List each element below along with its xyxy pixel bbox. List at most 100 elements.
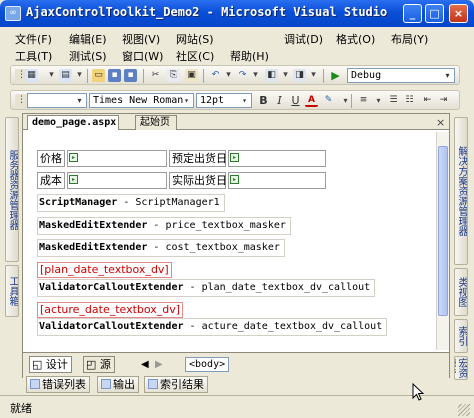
menu-tools[interactable]: 工具(T) (15, 48, 52, 64)
separator (203, 69, 204, 83)
acture-date-validator[interactable]: [acture_date_textbox_dv] (37, 302, 184, 318)
save-all-icon[interactable]: ▪ (124, 69, 137, 82)
chevron-down-icon[interactable]: ▾ (279, 69, 292, 82)
bullet-list-icon[interactable]: ☷ (403, 94, 416, 107)
plan-date-validator[interactable]: [plan_date_textbox_dv] (37, 262, 172, 278)
tab-output[interactable]: 输出 (97, 376, 139, 393)
table-cell: 成本 (37, 172, 65, 189)
design-surface[interactable]: 价格 ▸ 预定出货日 ▸ 成本 ▸ 实际出货日 ▸ ScriptManager … (31, 134, 431, 349)
toolbox-tab[interactable]: 工具箱 (5, 265, 19, 317)
menu-website[interactable]: 网站(S) (176, 31, 214, 47)
font-name-value: Times New Roman (93, 95, 184, 106)
tag-nav-forward-icon[interactable]: ▶ (155, 359, 163, 370)
price-textbox[interactable]: ▸ (67, 150, 167, 167)
align-justify-icon[interactable]: ≡ (357, 94, 370, 107)
paste-icon[interactable]: ▣ (185, 69, 198, 82)
add-item-icon[interactable]: ▤ (59, 69, 72, 82)
menu-edit[interactable]: 编辑(E) (69, 31, 107, 47)
indent-icon[interactable]: ⇥ (437, 94, 450, 107)
dash: - (153, 242, 160, 253)
source-view-tab[interactable]: ◰ 源 (83, 356, 115, 373)
menu-window[interactable]: 窗口(W) (122, 48, 163, 64)
navigate-forward-icon[interactable]: ◨ (293, 69, 306, 82)
outdent-icon[interactable]: ⇤ (421, 94, 434, 107)
table-cell: 实际出货日 (169, 172, 227, 189)
save-icon[interactable]: ▪ (108, 69, 121, 82)
tag-selector-body[interactable]: <body> (185, 357, 230, 372)
script-manager-control[interactable]: ScriptManager - ScriptManager1 (37, 194, 225, 212)
numbered-list-icon[interactable]: ☰ (387, 94, 400, 107)
price-label: 价格 (40, 152, 62, 165)
start-debugging-icon[interactable]: ▶ (329, 69, 342, 82)
chevron-down-icon[interactable]: ▾ (222, 69, 235, 82)
server-explorer-tab[interactable]: 服务器资源管理器 (5, 117, 19, 262)
right-tool-window-dock: 解决方案资源管理器 类视图 索引 宏资源管 (453, 115, 469, 380)
cost-label: 成本 (40, 174, 62, 187)
tab-error-list[interactable]: 错误列表 (26, 376, 90, 393)
italic-button[interactable]: I (273, 94, 286, 107)
tab-index-results[interactable]: 索引结果 (144, 376, 208, 393)
menu-file[interactable]: 文件(F) (15, 31, 52, 47)
font-size-select[interactable]: 12pt ▾ (196, 93, 252, 108)
menu-community[interactable]: 社区(C) (176, 48, 214, 64)
source-view-icon: ◰ (86, 358, 100, 371)
bold-button[interactable]: B (257, 94, 270, 107)
open-folder-icon[interactable]: ▭ (92, 69, 105, 82)
tab-demo-page[interactable]: demo_page.aspx (27, 115, 119, 130)
left-tool-window-dock: 服务器资源管理器 工具箱 (4, 115, 20, 365)
masked-edit-extender-cost[interactable]: MaskedEditExtender - cost_textbox_masker (37, 239, 285, 257)
acture-date-textbox[interactable]: ▸ (228, 172, 326, 189)
masked-edit-extender-price[interactable]: MaskedEditExtender - price_textbox_maske… (37, 217, 291, 235)
tab-start-page[interactable]: 起始页 (135, 115, 177, 130)
foreground-color-button[interactable]: A (305, 94, 318, 107)
dash: - (189, 321, 196, 332)
dash: - (189, 282, 196, 293)
undo-icon[interactable]: ↶ (209, 69, 222, 82)
close-document-icon[interactable]: × (436, 116, 445, 129)
class-view-tab[interactable]: 类视图 (454, 268, 468, 316)
menu-help[interactable]: 帮助(H) (230, 48, 269, 64)
close-button[interactable]: × (449, 4, 468, 23)
solution-configuration-select[interactable]: Debug ▾ (347, 68, 455, 83)
block-format-select[interactable]: ▾ (27, 93, 87, 108)
menu-debug[interactable]: 调试(D) (284, 31, 323, 47)
menu-layout[interactable]: 布局(Y) (391, 31, 428, 47)
underline-button[interactable]: U (289, 94, 302, 107)
navigate-back-icon[interactable]: ◧ (265, 69, 278, 82)
control-type: ValidatorCalloutExtender (39, 321, 184, 332)
server-control-icon: ▸ (69, 175, 78, 184)
resize-grip[interactable] (458, 404, 470, 416)
minimize-button[interactable]: _ (403, 4, 422, 23)
vertical-scrollbar[interactable] (436, 132, 449, 350)
validator-callout-extender-plan[interactable]: ValidatorCalloutExtender - plan_date_tex… (37, 279, 376, 297)
scrollbar-thumb[interactable] (438, 146, 448, 316)
index-results-icon (148, 379, 158, 389)
menu-test[interactable]: 测试(S) (69, 48, 107, 64)
macro-explorer-tab[interactable]: 宏资源管 (454, 356, 468, 380)
index-tab[interactable]: 索引 (454, 319, 468, 353)
menu-view[interactable]: 视图(V) (122, 31, 160, 47)
validator-callout-extender-acture[interactable]: ValidatorCalloutExtender - acture_date_t… (37, 318, 388, 336)
tag-nav-back-icon[interactable]: ◀ (141, 359, 149, 370)
chevron-down-icon[interactable]: ▾ (73, 69, 86, 82)
chevron-down-icon[interactable]: ▾ (45, 69, 58, 82)
menu-format[interactable]: 格式(O) (336, 31, 375, 47)
new-project-icon[interactable]: ▦ (25, 69, 38, 82)
plan-date-textbox[interactable]: ▸ (228, 150, 326, 167)
output-label: 输出 (113, 378, 135, 391)
chevron-down-icon[interactable]: ▾ (372, 94, 385, 107)
background-color-icon[interactable]: ✎ (322, 94, 335, 107)
actual-ship-date-label: 实际出货日 (172, 174, 227, 187)
design-view-tab[interactable]: ◱ 设计 (29, 356, 72, 373)
solution-configuration-value: Debug (351, 70, 382, 81)
chevron-down-icon: ▾ (242, 96, 247, 105)
chevron-down-icon[interactable]: ▾ (249, 69, 262, 82)
maximize-button[interactable]: □ (425, 4, 444, 23)
copy-icon[interactable]: ⎘ (167, 69, 180, 82)
cut-icon[interactable]: ✂ (149, 69, 162, 82)
solution-explorer-tab[interactable]: 解决方案资源管理器 (454, 117, 468, 265)
font-name-select[interactable]: Times New Roman ▾ (89, 93, 194, 108)
cost-textbox[interactable]: ▸ (67, 172, 167, 189)
chevron-down-icon[interactable]: ▾ (307, 69, 320, 82)
redo-icon[interactable]: ↷ (236, 69, 249, 82)
